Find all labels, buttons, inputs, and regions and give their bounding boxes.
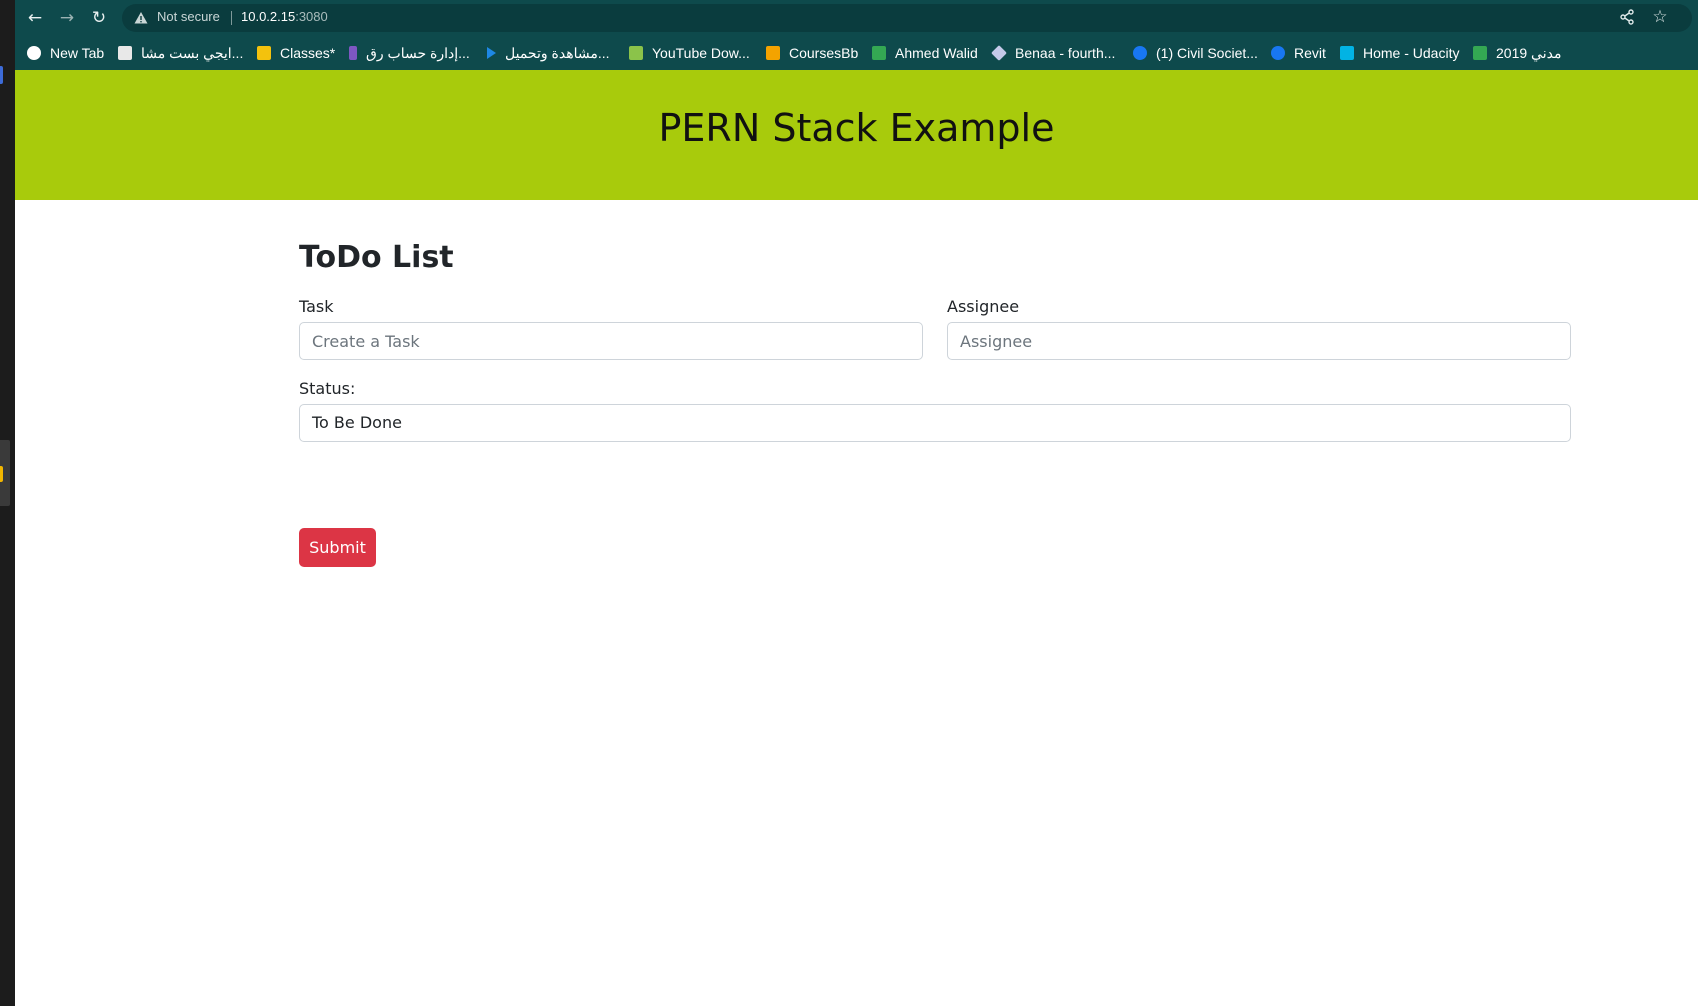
bookmark-label: Classes* (280, 45, 336, 61)
bookmark-label: Revit (1294, 45, 1326, 61)
bookmark-label: CoursesBb (789, 45, 859, 61)
page-content: PERN Stack Example ToDo List Task Assign… (15, 70, 1698, 1006)
status-selected-value: To Be Done (312, 413, 402, 432)
assignee-input[interactable] (947, 322, 1571, 360)
arrow-right-icon[interactable]: → (55, 6, 79, 30)
bookmark-civil-2019[interactable]: مدني 2019 (1473, 44, 1561, 62)
omnibox-divider (231, 11, 232, 25)
bookmark-classes[interactable]: Classes* (257, 44, 335, 62)
browser-window: ← → ↻ Not secure 10.0.2.15:3080 ☆ New Ta… (15, 0, 1698, 1006)
bookmark-label: مشاهدة وتحميل... (505, 44, 610, 61)
bookmark-account-management[interactable]: إدارة حساب رق... (349, 44, 470, 62)
facebook-icon (1133, 46, 1147, 60)
omnibox[interactable]: Not secure 10.0.2.15:3080 ☆ (122, 4, 1692, 32)
globe-icon (27, 46, 41, 60)
bookmark-label: Benaa - fourth... (1015, 45, 1116, 61)
form-title: ToDo List (299, 240, 454, 275)
bookmark-civil-society[interactable]: (1) Civil Societ... (1133, 44, 1258, 62)
warning-icon[interactable] (134, 11, 148, 25)
bookmark-new-tab[interactable]: New Tab (27, 44, 104, 62)
site-favicon-icon (349, 46, 357, 60)
dock-indicator (0, 66, 3, 84)
os-dock (0, 0, 15, 1006)
bookmark-ahmed-walid[interactable]: Ahmed Walid (872, 44, 978, 62)
status-label: Status: (299, 379, 356, 398)
dock-indicator (0, 466, 3, 482)
bookmark-label: Ahmed Walid (895, 45, 978, 61)
google-drive-icon (1473, 46, 1487, 60)
pencil-icon (766, 46, 780, 60)
task-input[interactable] (299, 322, 923, 360)
reload-icon[interactable]: ↻ (87, 6, 111, 30)
address-bar-row: ← → ↻ Not secure 10.0.2.15:3080 ☆ (15, 0, 1698, 36)
diamond-icon (991, 45, 1007, 61)
status-select[interactable]: To Be Done (299, 404, 1571, 442)
url-text[interactable]: 10.0.2.15:3080 (241, 9, 328, 24)
bookmark-youtube-downloader[interactable]: YouTube Dow... (629, 44, 750, 62)
play-icon (487, 47, 496, 59)
bookmark-benaa[interactable]: Benaa - fourth... (991, 44, 1116, 62)
download-icon (629, 46, 643, 60)
bookmark-label: Home - Udacity (1363, 45, 1460, 61)
bookmark-coursesbb[interactable]: CoursesBb (766, 44, 858, 62)
arrow-left-icon[interactable]: ← (23, 6, 47, 30)
bookmark-label: YouTube Dow... (652, 45, 750, 61)
google-drive-icon (872, 46, 886, 60)
task-label: Task (299, 297, 334, 316)
submit-button[interactable]: Submit (299, 528, 376, 567)
site-favicon-icon (118, 46, 132, 60)
bookmark-label: إدارة حساب رق... (366, 44, 470, 61)
bookmark-label: New Tab (50, 45, 105, 61)
facebook-icon (1271, 46, 1285, 60)
bookmark-label: مدني 2019 (1496, 44, 1562, 61)
bookmark-udacity[interactable]: Home - Udacity (1340, 44, 1459, 62)
url-host: 10.0.2.15 (241, 9, 296, 24)
bookmark-label: ايجي بست مشا... (141, 44, 244, 61)
assignee-label: Assignee (947, 297, 1020, 316)
bookmark-egybest[interactable]: ايجي بست مشا... (118, 44, 243, 62)
udacity-icon (1340, 46, 1354, 60)
bookmark-watch-download[interactable]: مشاهدة وتحميل... (487, 44, 610, 62)
star-icon[interactable]: ☆ (1650, 7, 1670, 27)
url-port: :3080 (295, 9, 328, 24)
bookmark-label: (1) Civil Societ... (1156, 45, 1258, 61)
bookmarks-bar: New Tab ايجي بست مشا... Classes* إدارة ح… (15, 36, 1698, 70)
share-icon[interactable] (1618, 9, 1636, 27)
bookmark-revit[interactable]: Revit (1271, 44, 1326, 62)
share-icon-glyph (1620, 9, 1634, 25)
page-title: PERN Stack Example (658, 106, 1055, 150)
header-banner: PERN Stack Example (15, 70, 1698, 200)
classroom-icon (257, 46, 271, 60)
security-label[interactable]: Not secure (157, 9, 220, 24)
